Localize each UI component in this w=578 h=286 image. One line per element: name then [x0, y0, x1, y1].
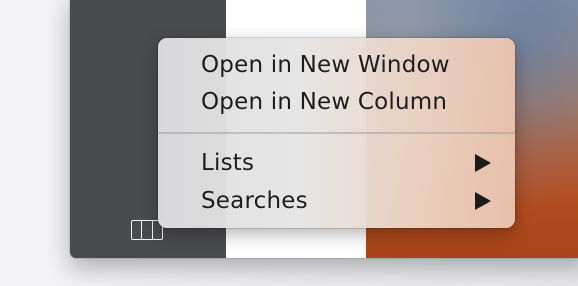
submenu-arrow-icon: [475, 154, 491, 172]
column-view-icon-part: [142, 221, 153, 239]
menu-item-searches[interactable]: Searches: [158, 183, 515, 219]
context-menu: Open in New Window Open in New Column Li…: [158, 38, 515, 228]
menu-separator: [158, 132, 515, 134]
submenu-arrow-icon: [475, 192, 491, 210]
menu-item-open-in-new-column[interactable]: Open in New Column: [158, 84, 515, 120]
menu-item-label: Searches: [201, 188, 308, 214]
column-view-icon-part: [132, 221, 143, 239]
menu-item-label: Lists: [201, 150, 255, 176]
menu-item-label: Open in New Window: [201, 52, 450, 78]
menu-item-open-in-new-window[interactable]: Open in New Window: [158, 47, 515, 83]
menu-item-label: Open in New Column: [201, 89, 448, 115]
menu-item-lists[interactable]: Lists: [158, 145, 515, 181]
